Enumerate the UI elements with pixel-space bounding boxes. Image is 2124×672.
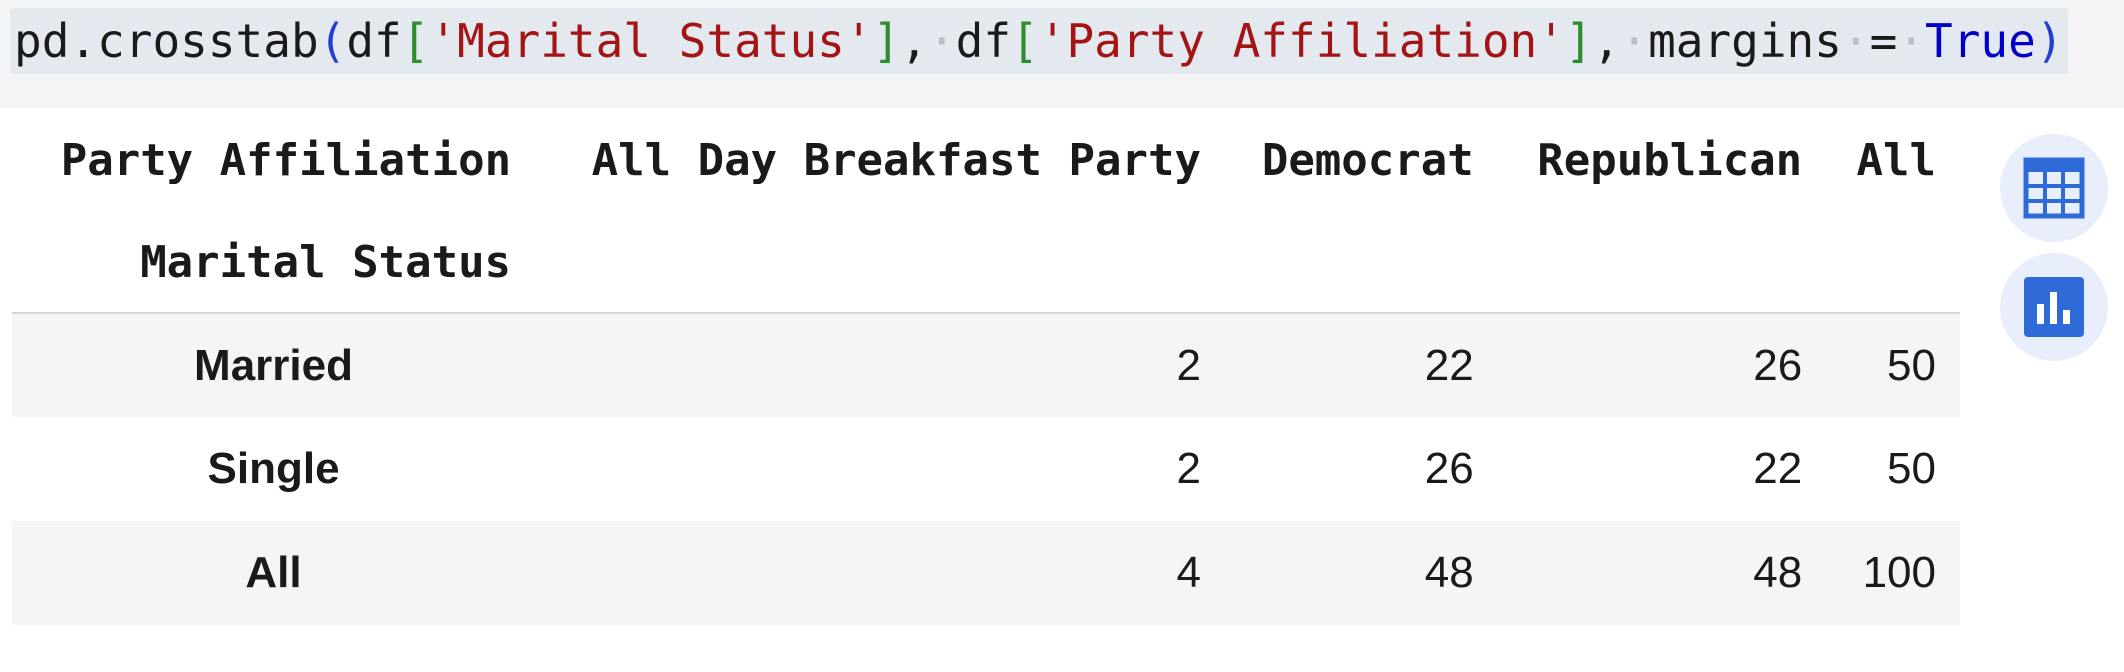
table-cell: 48 xyxy=(1753,548,1803,597)
whitespace-marker: · xyxy=(927,14,956,68)
code-kw-value: True xyxy=(1925,14,2036,68)
code-separator: , xyxy=(900,14,928,68)
crosstab-table: Party Affiliation All Day Breakfast Part… xyxy=(12,108,1960,625)
code-close-bracket: ] xyxy=(872,14,901,68)
table-cell: 22 xyxy=(1424,340,1474,390)
convert-to-table-button[interactable] xyxy=(2000,134,2108,242)
table-row: Married 2 22 26 50 xyxy=(12,313,1960,417)
table-cell: 4 xyxy=(1176,548,1201,597)
empty-header-cell xyxy=(535,212,1225,314)
code-arg1-prefix: df xyxy=(346,14,402,68)
table-cell: 48 xyxy=(1424,548,1474,597)
code-close-bracket: ] xyxy=(1564,14,1593,68)
code-arg1-key: 'Marital Status' xyxy=(429,14,873,68)
header-row-columns: Party Affiliation All Day Breakfast Part… xyxy=(12,108,1960,212)
empty-header-cell xyxy=(1826,212,1960,314)
code-line[interactable]: pd.crosstab(df['Marital Status'],·df['Pa… xyxy=(10,8,2068,74)
column-header: Republican xyxy=(1537,134,1803,186)
bar-chart-icon xyxy=(2024,277,2084,337)
whitespace-marker: · xyxy=(1841,14,1870,68)
whitespace-marker: · xyxy=(1620,14,1649,68)
suggest-charts-button[interactable] xyxy=(2000,253,2108,361)
table-cell: 26 xyxy=(1424,444,1474,493)
code-function: pd.crosstab xyxy=(14,14,319,68)
code-open-bracket: [ xyxy=(1011,14,1039,68)
table-cell: 50 xyxy=(1887,340,1936,390)
column-header: All xyxy=(1856,134,1936,186)
empty-header-cell xyxy=(1497,212,1827,314)
table-row: All 4 48 48 100 xyxy=(12,521,1960,625)
whitespace-marker: · xyxy=(1897,14,1926,68)
header-row-index: Marital Status xyxy=(12,212,1960,314)
column-header: Democrat xyxy=(1261,134,1474,186)
code-arg2-key: 'Party Affiliation' xyxy=(1038,14,1565,68)
cell-output: Party Affiliation All Day Breakfast Part… xyxy=(12,108,1960,672)
table-cell: 50 xyxy=(1887,444,1936,493)
index-name: Marital Status xyxy=(12,212,536,314)
table-cell: 2 xyxy=(1176,340,1201,390)
row-label: Single xyxy=(207,444,340,493)
code-open-paren: ( xyxy=(318,14,347,68)
table-cell: 2 xyxy=(1176,444,1201,493)
table-icon xyxy=(2023,157,2085,219)
code-kw-eq: = xyxy=(1869,14,1898,68)
row-label: All xyxy=(245,548,302,597)
table-cell: 22 xyxy=(1753,444,1803,493)
code-kw-name: margins xyxy=(1648,14,1842,68)
code-separator: , xyxy=(1592,14,1621,68)
code-close-paren: ) xyxy=(2035,14,2064,68)
code-open-bracket: [ xyxy=(401,14,430,68)
column-header: All Day Breakfast Party xyxy=(591,134,1201,186)
code-arg2-prefix: df xyxy=(955,14,1012,68)
table-cell: 26 xyxy=(1753,340,1803,390)
code-cell[interactable]: pd.crosstab(df['Marital Status'],·df['Pa… xyxy=(0,0,2124,108)
columns-name: Party Affiliation xyxy=(60,134,512,186)
table-cell: 100 xyxy=(1862,548,1936,597)
table-row: Single 2 26 22 50 xyxy=(12,417,1960,521)
row-label: Married xyxy=(194,340,353,390)
empty-header-cell xyxy=(1224,212,1498,314)
